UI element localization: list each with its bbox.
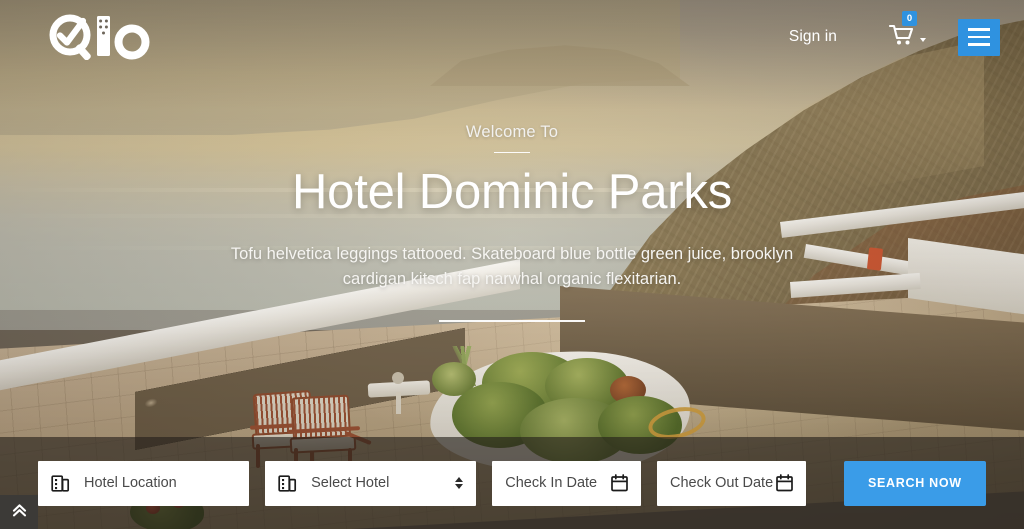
- check-in-placeholder: Check In Date: [505, 475, 598, 491]
- hamburger-menu-button[interactable]: [958, 18, 1000, 56]
- hotel-select-field[interactable]: Select Hotel: [265, 460, 477, 506]
- page-root: Qlo Sign in 0: [0, 0, 1024, 529]
- hero-subtitle: Tofu helvetica leggings tattooed. Skateb…: [230, 245, 794, 289]
- check-in-date-field[interactable]: Check In Date: [492, 460, 641, 506]
- hamburger-menu-icon-bar: [968, 28, 990, 31]
- select-updown-icon: [455, 477, 464, 489]
- site-header: Qlo Sign in 0: [0, 0, 1024, 74]
- hotel-building-icon: [51, 474, 70, 493]
- hero-divider-large: [439, 320, 585, 323]
- cart-button[interactable]: 0: [887, 10, 928, 55]
- calendar-icon[interactable]: [611, 474, 628, 492]
- check-out-date-field[interactable]: Check Out Date: [656, 460, 806, 506]
- booking-search-bar: Hotel Location Select Hotel Check In Dat…: [0, 437, 1024, 529]
- calendar-icon[interactable]: [775, 474, 793, 492]
- site-logo[interactable]: Qlo: [46, 14, 154, 60]
- sign-in-link[interactable]: Sign in: [785, 22, 841, 52]
- hotel-select-value: Select Hotel: [311, 475, 390, 491]
- hotel-location-field[interactable]: Hotel Location: [38, 460, 250, 506]
- scroll-to-top-button[interactable]: [0, 495, 38, 529]
- chevron-down-icon: [920, 38, 926, 42]
- hotel-location-placeholder: Hotel Location: [84, 475, 177, 491]
- double-chevron-up-icon: [11, 502, 28, 522]
- hotel-building-icon: [278, 474, 297, 493]
- header-actions: Sign in 0: [785, 10, 1000, 56]
- hero-eyebrow: Welcome To: [465, 122, 559, 141]
- cart-count-badge: 0: [902, 10, 917, 26]
- page-title: Hotel Dominic Parks: [291, 165, 733, 220]
- search-now-button[interactable]: SEARCH NOW: [843, 460, 986, 506]
- magnifier-check-logo-icon: [46, 14, 154, 60]
- hamburger-menu-icon-bar: [968, 35, 990, 39]
- hero-divider-small: [494, 151, 530, 154]
- hamburger-menu-icon-bar: [968, 43, 990, 46]
- check-out-placeholder: Check Out Date: [669, 475, 774, 491]
- shopping-cart-icon: [888, 24, 915, 51]
